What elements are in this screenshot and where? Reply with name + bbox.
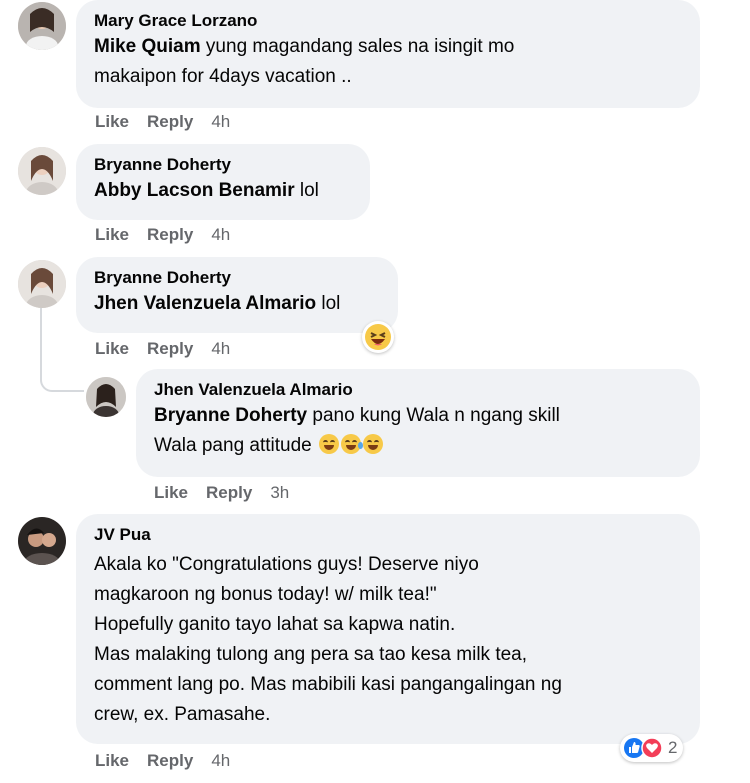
comment-text: Bryanne Doherty pano kung Wala n ngang s…	[154, 401, 684, 461]
comment-text: Akala ko "Congratulations guys! Deserve …	[94, 550, 684, 730]
mention-link[interactable]: Abby Lacson Benamir	[94, 180, 295, 201]
reply-button[interactable]: Reply	[147, 224, 193, 246]
comment-author[interactable]: Bryanne Doherty	[94, 154, 354, 176]
like-button[interactable]: Like	[95, 338, 129, 360]
comment-actions: Like Reply 4h	[95, 338, 230, 360]
mention-link[interactable]: Mike Quiam	[94, 36, 201, 57]
timestamp[interactable]: 3h	[270, 482, 289, 504]
reply-button[interactable]: Reply	[147, 111, 193, 133]
comment-bubble: Bryanne Doherty Abby Lacson Benamir lol	[76, 144, 370, 220]
avatar[interactable]	[18, 2, 66, 50]
reaction-count: 2	[668, 738, 678, 757]
reply-button[interactable]: Reply	[147, 338, 193, 360]
comment-actions: Like Reply 3h	[154, 482, 289, 504]
timestamp[interactable]: 4h	[211, 111, 230, 133]
comment-text-part: Wala pang attitude	[154, 435, 312, 456]
comment-text-part: lol	[294, 180, 319, 201]
comment-actions: Like Reply 4h	[95, 111, 230, 133]
like-button[interactable]: Like	[95, 750, 129, 772]
comment-line: magkaroon ng bonus today! w/ milk tea!"	[94, 584, 437, 605]
comment-line: Akala ko "Congratulations guys! Deserve …	[94, 554, 479, 575]
comment-bubble: Bryanne Doherty Jhen Valenzuela Almario …	[76, 257, 398, 333]
comment-text: Jhen Valenzuela Almario lol	[94, 289, 382, 319]
comment-line: Hopefully ganito tayo lahat sa kapwa nat…	[94, 614, 456, 635]
comment-bubble: Mary Grace Lorzano Mike Quiam yung magan…	[76, 0, 700, 108]
comment-author[interactable]: Jhen Valenzuela Almario	[154, 379, 684, 401]
thread-line-curve	[40, 378, 84, 392]
comment-text-part: lol	[316, 293, 341, 314]
thread-line	[40, 308, 42, 380]
avatar[interactable]	[18, 147, 66, 195]
comment-line: crew, ex. Pamasahe.	[94, 704, 271, 725]
comment-bubble: Jhen Valenzuela Almario Bryanne Doherty …	[136, 369, 700, 477]
avatar[interactable]	[18, 260, 66, 308]
grinning-sweat-emoji-icon	[319, 434, 340, 454]
grinning-sweat-emoji-icon	[363, 434, 384, 454]
comment-author[interactable]: Bryanne Doherty	[94, 267, 382, 289]
like-button[interactable]: Like	[95, 224, 129, 246]
like-button[interactable]: Like	[154, 482, 188, 504]
avatar[interactable]	[18, 517, 66, 565]
crying-emoji-icon	[341, 434, 364, 454]
comment-text: Abby Lacson Benamir lol	[94, 176, 354, 206]
timestamp[interactable]: 4h	[211, 224, 230, 246]
comment-bubble: JV Pua Akala ko "Congratulations guys! D…	[76, 514, 700, 744]
laughing-emoji-icon[interactable]	[362, 321, 394, 353]
comment-line: Mas malaking tulong ang pera sa tao kesa…	[94, 644, 528, 665]
comment-text-part: makaipon for 4days vacation ..	[94, 66, 352, 87]
timestamp[interactable]: 4h	[211, 750, 230, 772]
comment-actions: Like Reply 4h	[95, 224, 230, 246]
mention-link[interactable]: Jhen Valenzuela Almario	[94, 293, 316, 314]
timestamp[interactable]: 4h	[211, 338, 230, 360]
comment-text-part: pano kung Wala n ngang skill	[307, 405, 560, 426]
reply-button[interactable]: Reply	[206, 482, 252, 504]
like-button[interactable]: Like	[95, 111, 129, 133]
reply-button[interactable]: Reply	[147, 750, 193, 772]
love-icon	[641, 737, 663, 759]
comment-line: comment lang po. Mas mabibili kasi panga…	[94, 674, 562, 695]
comment-author[interactable]: Mary Grace Lorzano	[94, 10, 684, 32]
comment-text-part: yung magandang sales na isingit mo	[200, 36, 515, 57]
comment-actions: Like Reply 4h	[95, 750, 230, 772]
reaction-summary[interactable]: 2	[620, 734, 684, 762]
comment-author[interactable]: JV Pua	[94, 524, 684, 546]
comment-text: Mike Quiam yung magandang sales na ising…	[94, 32, 684, 92]
mention-link[interactable]: Bryanne Doherty	[154, 405, 307, 426]
avatar[interactable]	[86, 377, 126, 417]
